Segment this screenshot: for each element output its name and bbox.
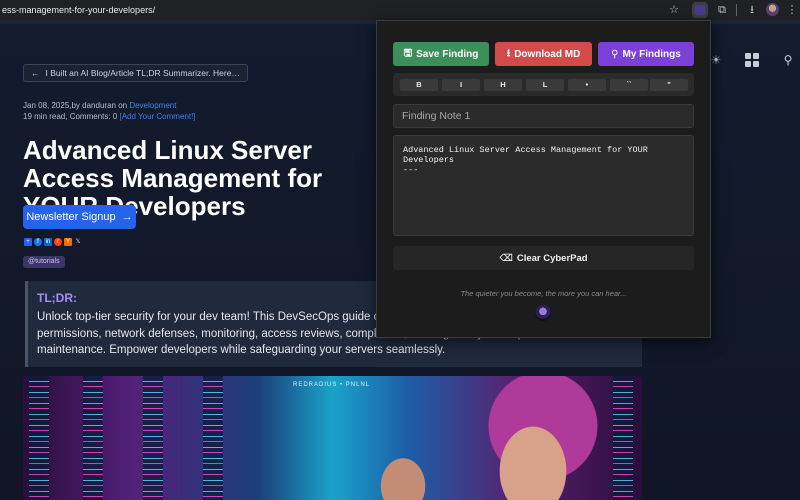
share-plus-icon[interactable]: + bbox=[24, 238, 32, 246]
browser-menu-icon[interactable]: ⋮ bbox=[784, 2, 800, 18]
format-heading-button[interactable]: H bbox=[484, 79, 522, 91]
eraser-icon: ⌫ bbox=[499, 252, 513, 264]
format-quote-button[interactable]: " bbox=[650, 79, 688, 91]
download-icon[interactable]: ⭳ bbox=[744, 2, 760, 18]
extensions-puzzle-icon[interactable]: ⧉ bbox=[714, 2, 730, 18]
previous-article-link[interactable]: ← I Built an AI Blog/Article TL;DR Summa… bbox=[23, 64, 248, 82]
tutorials-tag[interactable]: @tutorials bbox=[23, 256, 65, 268]
profile-avatar[interactable] bbox=[766, 3, 779, 16]
previous-article-label: I Built an AI Blog/Article TL;DR Summari… bbox=[45, 68, 240, 78]
format-bullet-button[interactable]: • bbox=[568, 79, 606, 91]
newsletter-signup-button[interactable]: Newsletter Signup → bbox=[23, 205, 136, 229]
my-findings-label: My Findings bbox=[622, 48, 681, 60]
format-code-button[interactable]: `` bbox=[610, 79, 648, 91]
tldr-heading: TL;DR: bbox=[37, 291, 77, 305]
hero-sign-text: REDRADIUS • PNLNL bbox=[293, 382, 371, 388]
server-rack-graphic bbox=[613, 376, 633, 500]
category-link[interactable]: Development bbox=[129, 101, 176, 110]
format-link-button[interactable]: L bbox=[526, 79, 564, 91]
server-rack-graphic bbox=[203, 376, 223, 500]
finding-note-title-input[interactable] bbox=[393, 104, 694, 128]
save-finding-button[interactable]: 🖫 Save Finding bbox=[393, 42, 489, 66]
bookmark-star-icon[interactable]: ☆ bbox=[666, 2, 682, 18]
share-buttons: + f in r Y 𝕏 bbox=[24, 238, 82, 246]
linkedin-icon[interactable]: in bbox=[44, 238, 52, 246]
browser-toolbar: ess-management-for-your-developers/ ☆ ⧉ … bbox=[0, 0, 800, 20]
toolbar-separator bbox=[736, 4, 737, 16]
search-icon: ⚲ bbox=[611, 48, 619, 60]
search-icon[interactable]: ⚲ bbox=[781, 53, 795, 67]
meta-date-author: Jan 08, 2025,by danduran on bbox=[23, 101, 130, 110]
cyberpad-extension-icon[interactable] bbox=[692, 2, 708, 18]
format-italic-button[interactable]: I bbox=[442, 79, 480, 91]
server-rack-graphic bbox=[83, 376, 103, 500]
hero-image: REDRADIUS • PNLNL bbox=[23, 376, 642, 500]
tagline-quote: The quieter you become, the more you can… bbox=[460, 289, 627, 298]
address-bar-url[interactable]: ess-management-for-your-developers/ bbox=[0, 5, 640, 15]
save-finding-label: Save Finding bbox=[416, 48, 479, 60]
article-meta-read: 19 min read, Comments: 0 [Add Your Comme… bbox=[23, 112, 196, 121]
server-rack-graphic bbox=[143, 376, 163, 500]
facebook-icon[interactable]: f bbox=[34, 238, 42, 246]
clear-cyberpad-button[interactable]: ⌫ Clear CyberPad bbox=[393, 246, 694, 270]
finding-note-textarea[interactable]: Advanced Linux Server Access Management … bbox=[393, 135, 694, 236]
meta-read-time: 19 min read, Comments: 0 bbox=[23, 112, 120, 121]
my-findings-button[interactable]: ⚲ My Findings bbox=[598, 42, 694, 66]
apps-grid-icon[interactable] bbox=[745, 53, 759, 67]
x-twitter-icon[interactable]: 𝕏 bbox=[74, 238, 82, 246]
download-md-label: Download MD bbox=[514, 48, 581, 60]
newsletter-label: Newsletter Signup bbox=[26, 211, 116, 223]
save-icon: 🖫 bbox=[403, 47, 413, 59]
theme-sun-icon[interactable]: ☀ bbox=[709, 53, 723, 67]
download-md-button[interactable]: ⭳ Download MD bbox=[495, 42, 592, 66]
clear-cyberpad-label: Clear CyberPad bbox=[516, 252, 588, 264]
download-icon: ⭳ bbox=[506, 47, 511, 59]
server-rack-graphic bbox=[29, 376, 49, 500]
article-meta-date: Jan 08, 2025,by danduran on Development bbox=[23, 101, 176, 110]
add-comment-link[interactable]: [Add Your Comment!] bbox=[119, 112, 195, 121]
format-bold-button[interactable]: B bbox=[400, 79, 438, 91]
arrow-left-icon: ← bbox=[31, 68, 40, 78]
hackernews-icon[interactable]: Y bbox=[64, 238, 72, 246]
hacker-avatar-icon bbox=[535, 305, 551, 321]
cyberpad-popup: 🖫 Save Finding ⭳ Download MD ⚲ My Findin… bbox=[376, 20, 711, 338]
reddit-icon[interactable]: r bbox=[54, 238, 62, 246]
arrow-right-icon: → bbox=[121, 211, 133, 223]
format-toolbar: B I H L • `` " bbox=[393, 73, 694, 96]
